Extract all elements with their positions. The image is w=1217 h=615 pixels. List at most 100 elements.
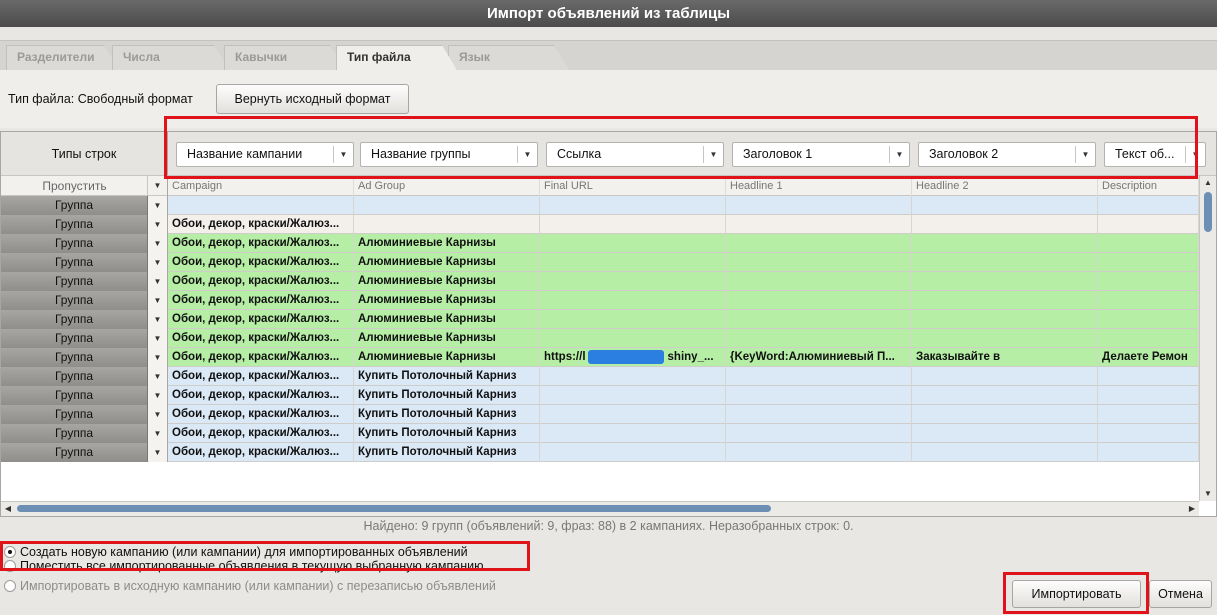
scroll-right-icon[interactable]: ▶ — [1185, 502, 1199, 516]
column-mapping-select-2[interactable]: Название группы ▼ — [360, 142, 538, 167]
tab-file-type[interactable]: Тип файла — [336, 45, 458, 72]
table-cell: Алюминиевые Карнизы — [354, 329, 540, 348]
row-type-select[interactable]: Группа — [1, 424, 148, 443]
option-current-campaign[interactable]: Поместить все импортированные объявления… — [2, 556, 483, 576]
row-type-select[interactable]: Группа — [1, 253, 148, 272]
table-cell — [912, 329, 1098, 348]
table-row: Группа ▼ Обои, декор, краски/Жалюз... Алюми… — [1, 348, 1199, 367]
table-cell — [540, 234, 726, 253]
tab-numbers[interactable]: Числа — [112, 45, 230, 71]
skip-select[interactable]: Пропустить ▼ — [1, 176, 168, 196]
table-cell: Обои, декор, краски/Жалюз... — [168, 348, 354, 367]
chevron-down-icon[interactable]: ▼ — [148, 272, 168, 291]
table-cell: Обои, декор, краски/Жалюз... — [168, 329, 354, 348]
chevron-down-icon[interactable]: ▼ — [148, 348, 168, 367]
row-type-select[interactable]: Группа — [1, 310, 148, 329]
import-button[interactable]: Импортировать — [1012, 580, 1141, 608]
table-cell — [1098, 234, 1199, 253]
table-cell: Обои, декор, краски/Жалюз... — [168, 272, 354, 291]
table-cell — [540, 272, 726, 291]
chevron-down-icon[interactable]: ▼ — [148, 291, 168, 310]
table-row: Группа ▼ Обои, декор, краски/Жалюз... Алюми… — [1, 234, 1199, 253]
revert-format-button[interactable]: Вернуть исходный формат — [216, 84, 409, 114]
chevron-down-icon[interactable]: ▼ — [148, 234, 168, 253]
column-mapping-select-6[interactable]: Текст об... ▼ — [1104, 142, 1206, 167]
row-type-select[interactable]: Группа — [1, 329, 148, 348]
scroll-up-icon[interactable]: ▲ — [1200, 176, 1216, 190]
chevron-down-icon: ▼ — [1075, 146, 1095, 163]
chevron-down-icon[interactable]: ▼ — [148, 424, 168, 443]
tab-bar: Разделители Числа Кавычки Язык Тип файла — [0, 40, 1217, 70]
row-type-select[interactable]: Группа — [1, 405, 148, 424]
scroll-down-icon[interactable]: ▼ — [1200, 487, 1216, 501]
table-cell — [726, 253, 912, 272]
source-column-headline-1: Headline 1 — [726, 176, 912, 196]
chevron-down-icon[interactable]: ▼ — [148, 386, 168, 405]
table-cell: Алюминиевые Карнизы — [354, 348, 540, 367]
chevron-down-icon[interactable]: ▼ — [148, 215, 168, 234]
table-cell: Купить Потолочный Карниз — [354, 424, 540, 443]
row-type-select[interactable]: Группа — [1, 367, 148, 386]
row-type-select[interactable]: Группа — [1, 291, 148, 310]
table-row: Группа ▼ Обои, декор, краски/Жалюз... Алюми… — [1, 291, 1199, 310]
table-cell — [726, 291, 912, 310]
table-cell — [1098, 424, 1199, 443]
chevron-down-icon[interactable]: ▼ — [148, 443, 168, 462]
table-cell — [726, 215, 912, 234]
table-cell — [726, 272, 912, 291]
table-cell: Обои, декор, краски/Жалюз... — [168, 215, 354, 234]
row-type-select[interactable]: Группа — [1, 272, 148, 291]
chevron-down-icon[interactable]: ▼ — [148, 310, 168, 329]
tab-quotes[interactable]: Кавычки — [224, 45, 346, 71]
table-cell — [540, 253, 726, 272]
table-cell: https://l shiny_... — [540, 348, 726, 367]
table-cell: Алюминиевые Карнизы — [354, 272, 540, 291]
radio-current-campaign[interactable] — [4, 560, 16, 572]
chevron-down-icon[interactable]: ▼ — [148, 329, 168, 348]
table-cell — [1098, 291, 1199, 310]
column-mapping-select-4[interactable]: Заголовок 1 ▼ — [732, 142, 910, 167]
tab-language[interactable]: Язык — [448, 45, 570, 71]
table-cell: Купить Потолочный Карниз — [354, 405, 540, 424]
option-overwrite-source-campaign: Импортировать в исходную кампанию (или к… — [2, 576, 496, 596]
skip-label: Пропустить — [42, 179, 107, 193]
vertical-scroll-thumb[interactable] — [1204, 192, 1212, 232]
chevron-down-icon: ▼ — [333, 146, 353, 163]
chevron-down-icon[interactable]: ▼ — [148, 253, 168, 272]
row-type-select[interactable]: Группа — [1, 386, 148, 405]
table-cell: Обои, декор, краски/Жалюз... — [168, 424, 354, 443]
row-type-select[interactable]: Группа — [1, 443, 148, 462]
row-type-select[interactable]: Группа — [1, 215, 148, 234]
cancel-button[interactable]: Отмена — [1149, 580, 1212, 608]
row-type-select[interactable]: Группа — [1, 348, 148, 367]
row-type-select[interactable]: Группа — [1, 196, 148, 215]
table-cell — [540, 443, 726, 462]
tab-separators[interactable]: Разделители — [6, 45, 120, 71]
table-cell — [726, 405, 912, 424]
table-cell — [912, 310, 1098, 329]
scroll-left-icon[interactable]: ◀ — [1, 502, 15, 516]
column-mapping-select-5[interactable]: Заголовок 2 ▼ — [918, 142, 1096, 167]
table-cell — [540, 329, 726, 348]
table-cell: Обои, декор, краски/Жалюз... — [168, 443, 354, 462]
table-cell: Обои, декор, краски/Жалюз... — [168, 405, 354, 424]
grid-rows: Группа ▼ Группа ▼ Обои, декор, краски/Жалюз.… — [1, 196, 1199, 501]
table-cell — [1098, 386, 1199, 405]
horizontal-scroll-thumb[interactable] — [17, 505, 771, 512]
table-cell — [726, 443, 912, 462]
table-cell — [912, 215, 1098, 234]
source-column-ad-group: Ad Group — [354, 176, 540, 196]
table-cell: Обои, декор, краски/Жалюз... — [168, 291, 354, 310]
chevron-down-icon[interactable]: ▼ — [148, 405, 168, 424]
horizontal-scrollbar[interactable]: ◀ ▶ — [1, 501, 1199, 516]
chevron-down-icon[interactable]: ▼ — [148, 196, 168, 215]
column-mapping-select-1[interactable]: Название кампании ▼ — [176, 142, 354, 167]
column-mapping-select-3[interactable]: Ссылка ▼ — [546, 142, 724, 167]
url-prefix: https://l — [544, 351, 586, 363]
chevron-down-icon[interactable]: ▼ — [148, 367, 168, 386]
table-cell — [912, 272, 1098, 291]
table-row: Группа ▼ — [1, 196, 1199, 215]
table-cell — [540, 215, 726, 234]
vertical-scrollbar[interactable]: ▲ ▼ — [1199, 176, 1216, 501]
row-type-select[interactable]: Группа — [1, 234, 148, 253]
